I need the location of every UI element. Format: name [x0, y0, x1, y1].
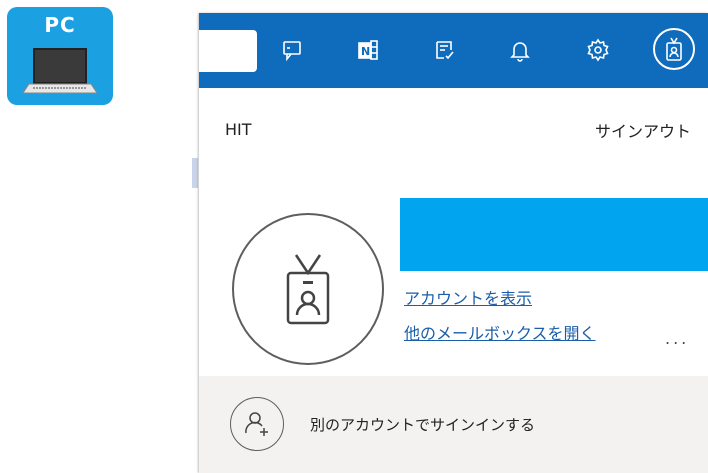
badge-avatar-icon [666, 37, 682, 61]
background-sliver [192, 158, 198, 188]
profile-avatar-button[interactable] [653, 28, 695, 70]
signout-link[interactable]: サインアウト [595, 118, 691, 142]
search-box[interactable] [199, 30, 257, 72]
account-name-bar [400, 198, 708, 271]
add-account-icon [230, 397, 284, 451]
add-account-label: 別のアカウントでサインインする [310, 416, 536, 434]
organization-name: HIT [225, 120, 252, 139]
onenote-icon[interactable]: N [353, 35, 383, 65]
top-bar: N [199, 13, 708, 88]
checklist-icon[interactable] [429, 35, 459, 65]
add-account-row[interactable]: 別のアカウントでサインインする [199, 376, 708, 473]
more-options-button[interactable]: ... [665, 329, 689, 348]
svg-text:N: N [361, 45, 370, 58]
gear-icon[interactable] [583, 35, 613, 65]
chat-icon[interactable] [277, 35, 307, 65]
pc-badge: PC [7, 7, 113, 105]
badge-avatar-icon [286, 254, 330, 325]
open-other-mailbox-link[interactable]: 他のメールボックスを開く [404, 320, 596, 344]
bell-icon[interactable] [505, 35, 535, 65]
account-panel: N HIT サインアウト アカウントを表示 他のメールボックスを開く ... 別… [199, 13, 708, 473]
view-account-link[interactable]: アカウントを表示 [404, 285, 532, 309]
laptop-icon [22, 48, 98, 94]
account-avatar [232, 213, 384, 365]
